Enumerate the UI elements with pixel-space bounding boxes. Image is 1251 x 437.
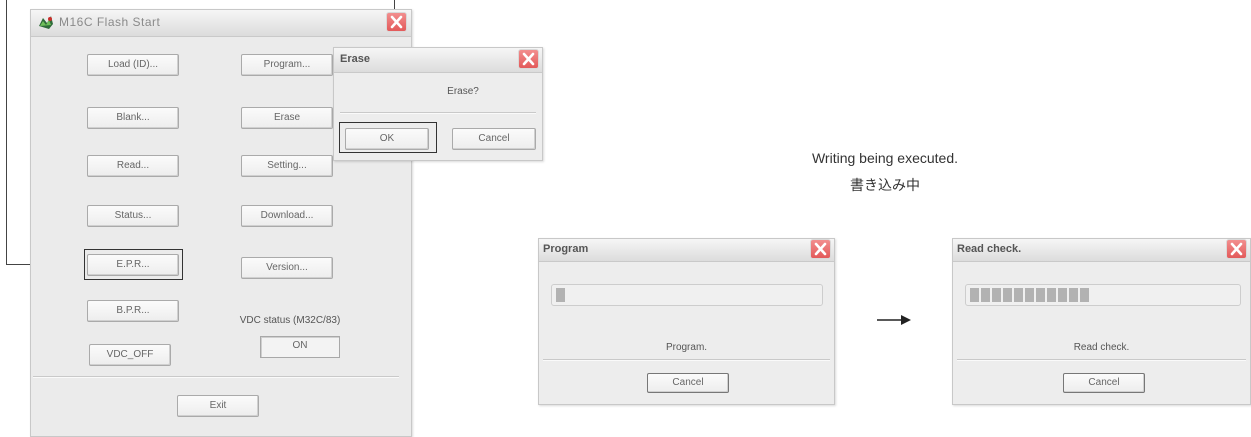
main-separator xyxy=(33,376,399,378)
arrow-right-icon xyxy=(877,312,911,325)
load-id-button[interactable]: Load (ID)... xyxy=(87,54,179,76)
exit-button[interactable]: Exit xyxy=(177,395,259,417)
erase-message: Erase? xyxy=(447,86,479,97)
vdc-off-button[interactable]: VDC_OFF xyxy=(89,344,171,366)
program-close-button[interactable] xyxy=(810,239,831,259)
download-button[interactable]: Download... xyxy=(241,205,333,227)
program-progress-bar xyxy=(551,284,823,306)
progress-block xyxy=(556,288,565,302)
bpr-button[interactable]: B.P.R... xyxy=(87,300,179,322)
read-button[interactable]: Read... xyxy=(87,155,179,177)
close-icon xyxy=(814,242,827,256)
read-check-status-text: Read check. xyxy=(1073,342,1130,353)
progress-block xyxy=(1080,288,1089,302)
program-titlebar: Program xyxy=(539,239,834,262)
program-dialog-title: Program xyxy=(543,243,589,255)
progress-block xyxy=(992,288,1001,302)
read-check-titlebar: Read check. xyxy=(953,239,1250,262)
read-check-dialog-title: Read check. xyxy=(957,243,1022,255)
read-check-cancel-button[interactable]: Cancel xyxy=(1063,373,1145,393)
callout-line-epr-vertical xyxy=(6,0,7,265)
erase-dialog-title: Erase xyxy=(340,53,370,65)
read-check-progress-bar xyxy=(965,284,1241,306)
progress-block xyxy=(1014,288,1023,302)
progress-block xyxy=(1058,288,1067,302)
erase-close-button[interactable] xyxy=(518,49,539,69)
erase-cancel-button[interactable]: Cancel xyxy=(452,128,536,150)
erase-titlebar: Erase xyxy=(334,48,542,73)
program-separator xyxy=(543,359,830,361)
read-check-separator xyxy=(957,359,1246,361)
progress-block xyxy=(1069,288,1078,302)
program-button[interactable]: Program... xyxy=(241,54,333,76)
blank-button[interactable]: Blank... xyxy=(87,107,179,129)
progress-block xyxy=(1003,288,1012,302)
program-cancel-button[interactable]: Cancel xyxy=(647,373,729,393)
vdc-status-value: ON xyxy=(260,336,340,358)
ok-highlight-box xyxy=(339,122,437,153)
progress-block xyxy=(1025,288,1034,302)
close-icon xyxy=(522,52,535,66)
progress-block xyxy=(1047,288,1056,302)
progress-block xyxy=(970,288,979,302)
caption-english: Writing being executed. xyxy=(811,150,959,166)
version-button[interactable]: Version... xyxy=(241,257,333,279)
epr-highlight-box xyxy=(84,249,183,280)
program-dialog: Program Program. Cancel xyxy=(538,238,835,405)
read-check-dialog: Read check. Read check. Cancel xyxy=(952,238,1251,405)
caption-japanese: 書き込み中 xyxy=(850,177,920,193)
close-icon xyxy=(390,15,403,29)
program-status-text: Program. xyxy=(665,342,708,353)
erase-button[interactable]: Erase xyxy=(241,107,333,129)
main-close-button[interactable] xyxy=(386,12,407,32)
main-titlebar: M16C Flash Start xyxy=(31,10,411,37)
progress-block xyxy=(981,288,990,302)
progress-block xyxy=(1036,288,1045,302)
vdc-status-label: VDC status (M32C/83) xyxy=(239,315,341,326)
status-button[interactable]: Status... xyxy=(87,205,179,227)
read-check-close-button[interactable] xyxy=(1226,239,1247,259)
app-icon xyxy=(37,14,55,31)
setting-button[interactable]: Setting... xyxy=(241,155,333,177)
erase-separator xyxy=(340,112,536,114)
main-window-title: M16C Flash Start xyxy=(59,15,161,29)
close-icon xyxy=(1230,242,1243,256)
